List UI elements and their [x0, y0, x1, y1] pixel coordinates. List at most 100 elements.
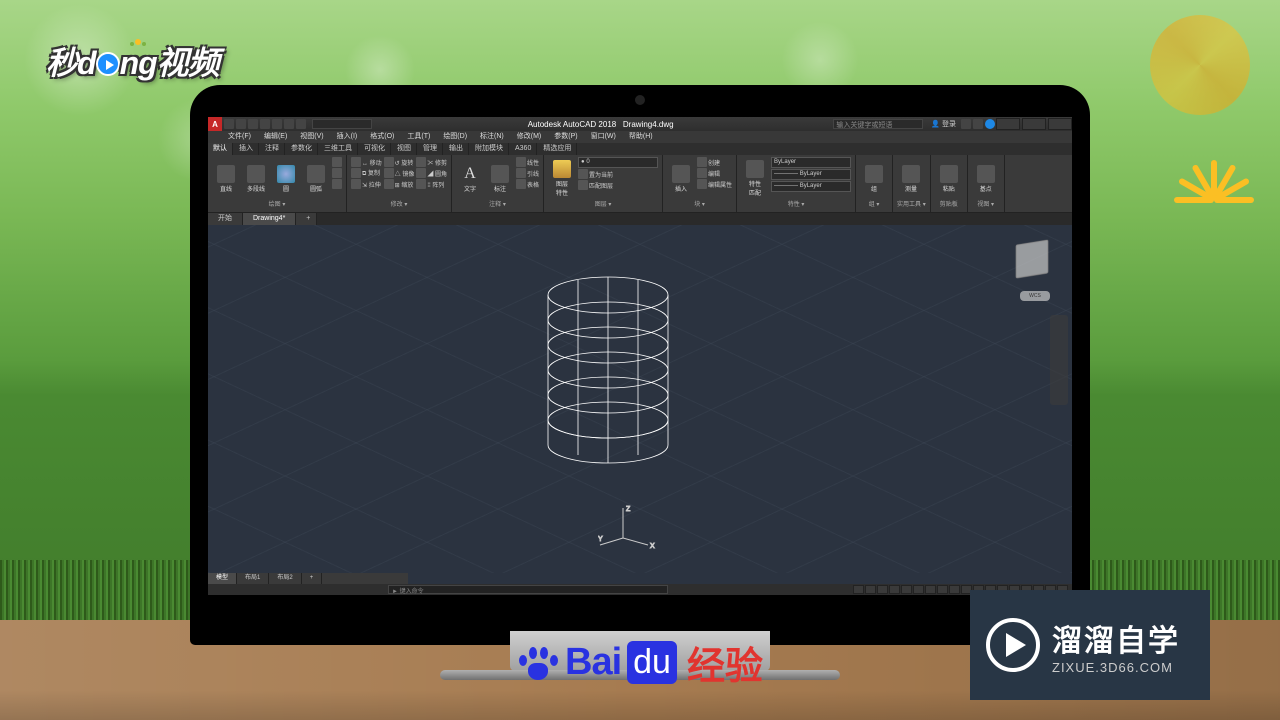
lineweight-dropdown[interactable]: ———— ByLayer	[771, 169, 851, 180]
qat-save-icon[interactable]	[248, 119, 258, 129]
layerprops-button[interactable]: 图层特性	[548, 157, 576, 200]
menu-dimension[interactable]: 标注(N)	[474, 131, 510, 143]
line-button[interactable]: 直线	[212, 157, 240, 200]
otrack-toggle[interactable]	[937, 585, 948, 594]
group-button[interactable]: 组	[860, 157, 888, 200]
polar-toggle[interactable]	[901, 585, 912, 594]
help-icon[interactable]	[985, 119, 995, 129]
modelspace-toggle[interactable]	[853, 585, 864, 594]
move-button[interactable]: ↔ 移动	[351, 157, 382, 167]
tab-output[interactable]: 输出	[444, 143, 469, 155]
exchange-icon[interactable]	[961, 119, 971, 129]
tab-new[interactable]: +	[296, 213, 317, 225]
color-dropdown[interactable]: ByLayer	[771, 157, 851, 168]
tab-a360[interactable]: A360	[510, 143, 537, 155]
tab-3dtools[interactable]: 三维工具	[319, 143, 358, 155]
tab-view[interactable]: 视图	[392, 143, 417, 155]
panel-layer-label[interactable]: 图层 ▾	[548, 200, 658, 210]
text-button[interactable]: A文字	[456, 157, 484, 200]
menu-tools[interactable]: 工具(T)	[401, 131, 436, 143]
dim-button[interactable]: 标注	[486, 157, 514, 200]
menu-view[interactable]: 视图(V)	[294, 131, 329, 143]
menu-modify[interactable]: 修改(M)	[511, 131, 548, 143]
menu-window[interactable]: 窗口(W)	[585, 131, 622, 143]
createblock-button[interactable]: 创建	[697, 157, 732, 167]
tab-visualize[interactable]: 可视化	[359, 143, 391, 155]
grid-toggle[interactable]	[865, 585, 876, 594]
menu-help[interactable]: 帮助(H)	[623, 131, 659, 143]
menu-edit[interactable]: 编辑(E)	[258, 131, 293, 143]
mirror-button[interactable]: △ 镜像	[384, 168, 415, 178]
copy-button[interactable]: ⧉ 复制	[351, 168, 382, 178]
qat-open-icon[interactable]	[236, 119, 246, 129]
tab-addins[interactable]: 附加模块	[470, 143, 509, 155]
spline-button[interactable]	[332, 179, 342, 189]
panel-clipboard-label[interactable]: 剪贴板	[935, 200, 963, 210]
dyninput-toggle[interactable]	[949, 585, 960, 594]
qat-redo-icon[interactable]	[296, 119, 306, 129]
fillet-button[interactable]: ◢ 圆角	[416, 168, 447, 178]
menu-format[interactable]: 格式(O)	[364, 131, 400, 143]
panel-draw-label[interactable]: 绘图 ▾	[212, 200, 342, 210]
workspace-dropdown[interactable]	[312, 119, 372, 129]
measure-button[interactable]: 测量	[897, 157, 925, 200]
basepoint-button[interactable]: 基点	[972, 157, 1000, 200]
tab-annotate[interactable]: 注释	[260, 143, 285, 155]
tab-parametric[interactable]: 参数化	[286, 143, 318, 155]
tab-manage[interactable]: 管理	[418, 143, 443, 155]
arc-button[interactable]: 圆弧	[302, 157, 330, 200]
tab-layout2[interactable]: 布局2	[269, 573, 301, 584]
rect-button[interactable]	[332, 157, 342, 167]
panel-properties-label[interactable]: 特性 ▾	[741, 200, 851, 210]
tab-add-layout[interactable]: +	[302, 573, 323, 584]
panel-group-label[interactable]: 组 ▾	[860, 200, 888, 210]
rotate-button[interactable]: ↺ 旋转	[384, 157, 415, 167]
menu-file[interactable]: 文件(F)	[222, 131, 257, 143]
3dosnap-toggle[interactable]	[925, 585, 936, 594]
paste-button[interactable]: 粘贴	[935, 157, 963, 200]
linear-button[interactable]: 线性	[516, 157, 539, 167]
tab-default[interactable]: 默认	[208, 143, 233, 155]
ortho-toggle[interactable]	[889, 585, 900, 594]
viewcube[interactable]	[1012, 235, 1052, 283]
editblock-button[interactable]: 编辑	[697, 168, 732, 178]
app-logo-icon[interactable]: A	[208, 117, 222, 131]
qat-new-icon[interactable]	[224, 119, 234, 129]
hatch-button[interactable]	[332, 168, 342, 178]
command-line-input[interactable]: ► 键入命令	[388, 585, 668, 594]
panel-view-label[interactable]: 视图 ▾	[972, 200, 1000, 210]
setcurrent-button[interactable]: 置为当前	[578, 169, 658, 179]
qat-plot-icon[interactable]	[272, 119, 282, 129]
stayconnected-icon[interactable]	[973, 119, 983, 129]
leader-button[interactable]: 引线	[516, 168, 539, 178]
tab-layout1[interactable]: 布局1	[237, 573, 269, 584]
editattr-button[interactable]: 编辑属性	[697, 179, 732, 189]
panel-block-label[interactable]: 块 ▾	[667, 200, 732, 210]
stretch-button[interactable]: ⇲ 拉伸	[351, 179, 382, 189]
tab-featured[interactable]: 精选应用	[538, 143, 577, 155]
qat-saveas-icon[interactable]	[260, 119, 270, 129]
table-button[interactable]: 表格	[516, 179, 539, 189]
trim-button[interactable]: ✂ 修剪	[416, 157, 447, 167]
wcs-label[interactable]: WCS	[1020, 291, 1050, 301]
panel-modify-label[interactable]: 修改 ▾	[351, 200, 447, 210]
tab-model[interactable]: 模型	[208, 573, 237, 584]
matchprops-button[interactable]: 特性匹配	[741, 157, 769, 200]
close-button[interactable]	[1048, 118, 1072, 130]
tab-insert[interactable]: 插入	[234, 143, 259, 155]
help-search-input[interactable]: 输入关键字或短语	[833, 119, 923, 129]
osnap-toggle[interactable]	[913, 585, 924, 594]
polyline-button[interactable]: 多段线	[242, 157, 270, 200]
navigation-bar[interactable]	[1050, 315, 1068, 405]
maximize-button[interactable]	[1022, 118, 1046, 130]
login-button[interactable]: 👤 登录	[931, 119, 956, 129]
menu-insert[interactable]: 插入(I)	[331, 131, 364, 143]
panel-utilities-label[interactable]: 实用工具 ▾	[897, 200, 926, 210]
panel-annotation-label[interactable]: 注释 ▾	[456, 200, 539, 210]
minimize-button[interactable]	[996, 118, 1020, 130]
circle-button[interactable]: 圆	[272, 157, 300, 200]
tab-start[interactable]: 开始	[208, 213, 243, 225]
tab-drawing4[interactable]: Drawing4*	[243, 213, 296, 225]
array-button[interactable]: ⁞⁞ 阵列	[416, 179, 447, 189]
linetype-dropdown[interactable]: ———— ByLayer	[771, 181, 851, 192]
